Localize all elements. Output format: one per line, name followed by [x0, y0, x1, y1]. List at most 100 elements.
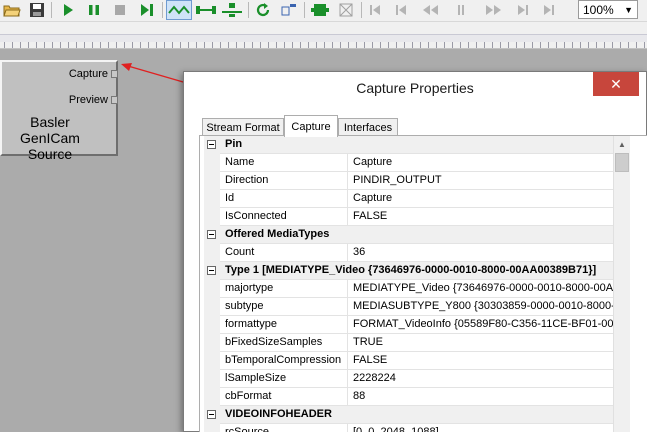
- dialog-titlebar[interactable]: Capture Properties ✕: [184, 72, 646, 104]
- capture-pin[interactable]: [111, 70, 118, 78]
- ruler-tick: [308, 42, 309, 48]
- property-value[interactable]: PINDIR_OUTPUT: [349, 172, 613, 190]
- play-icon[interactable]: [58, 0, 78, 20]
- property-row[interactable]: cbFormat 88: [204, 388, 613, 406]
- ruler-tick: [604, 42, 605, 48]
- property-row[interactable]: rcSource [0, 0, 2048, 1088]: [204, 424, 613, 432]
- ruler-tick: [372, 42, 373, 48]
- property-row[interactable]: formattype FORMAT_VideoInfo {05589F80-C35…: [204, 316, 613, 334]
- save-icon[interactable]: [27, 0, 47, 20]
- disconnect-icon[interactable]: [194, 0, 218, 20]
- scroll-up-icon[interactable]: ▲: [614, 136, 630, 152]
- collapse-icon[interactable]: [207, 140, 216, 149]
- property-row[interactable]: Name Capture: [204, 154, 613, 172]
- property-row[interactable]: Count 36: [204, 244, 613, 262]
- render-icon[interactable]: [220, 0, 244, 20]
- property-value[interactable]: [0, 0, 2048, 1088]: [349, 424, 613, 432]
- property-row[interactable]: bTemporalCompression FALSE: [204, 352, 613, 370]
- chevron-down-icon: ▼: [624, 4, 633, 15]
- property-row[interactable]: majortype MEDIATYPE_Video {73646976-0000-…: [204, 280, 613, 298]
- step-icon[interactable]: [136, 0, 158, 20]
- pause-icon[interactable]: [84, 0, 104, 20]
- property-row[interactable]: lSampleSize 2228224: [204, 370, 613, 388]
- disabled-icon[interactable]: [335, 0, 357, 20]
- pin-label-preview: Preview: [68, 94, 108, 106]
- ruler-tick: [68, 42, 69, 48]
- ruler-tick: [4, 42, 5, 48]
- property-value[interactable]: TRUE: [349, 334, 613, 352]
- property-grid[interactable]: Pin Name Capture Direction PINDIR_OUTPUT Id Ca…: [204, 136, 613, 432]
- row-gutter: [204, 136, 220, 154]
- property-value[interactable]: FALSE: [349, 208, 613, 226]
- ruler-tick: [412, 42, 413, 48]
- vertical-scrollbar[interactable]: ▲: [613, 136, 630, 432]
- property-name: majortype: [221, 280, 348, 298]
- seek-icon[interactable]: [278, 0, 300, 20]
- status-band: [0, 34, 647, 42]
- ruler-tick: [396, 42, 397, 48]
- property-value[interactable]: MEDIASUBTYPE_Y800 {30303859-0000-0010-80…: [349, 298, 613, 316]
- ruler-tick: [52, 42, 53, 48]
- property-value[interactable]: 2228224: [349, 370, 613, 388]
- ruler-tick: [204, 42, 205, 48]
- timeline-controls[interactable]: [368, 0, 568, 20]
- category-name: VIDEOINFOHEADER: [225, 408, 332, 420]
- property-value[interactable]: MEDIATYPE_Video {73646976-0000-0010-8000…: [349, 280, 613, 298]
- tab-interfaces[interactable]: Interfaces: [338, 118, 398, 136]
- ruler-tick: [340, 42, 341, 48]
- tab-capture[interactable]: Capture: [284, 115, 338, 137]
- preview-pin[interactable]: [111, 96, 118, 104]
- filter-icon[interactable]: [309, 0, 331, 20]
- ruler-tick: [348, 42, 349, 48]
- property-row[interactable]: IsConnected FALSE: [204, 208, 613, 226]
- row-gutter: [204, 388, 220, 406]
- property-row[interactable]: subtype MEDIASUBTYPE_Y800 {30303859-0000-…: [204, 298, 613, 316]
- property-value[interactable]: Capture: [349, 154, 613, 172]
- property-category[interactable]: Pin: [204, 136, 613, 154]
- filter-name: Basler GenICam Source: [20, 114, 80, 162]
- ruler-tick: [12, 42, 13, 48]
- filter-node[interactable]: Capture Preview Basler GenICam Source: [0, 60, 118, 162]
- property-value[interactable]: 36: [349, 244, 613, 262]
- property-category[interactable]: Offered MediaTypes: [204, 226, 613, 244]
- property-row[interactable]: Id Capture: [204, 190, 613, 208]
- category-name: Type 1 [MEDIATYPE_Video {73646976-0000-0…: [225, 264, 597, 276]
- property-value[interactable]: Capture: [349, 190, 613, 208]
- property-category[interactable]: VIDEOINFOHEADER: [204, 406, 613, 424]
- property-category[interactable]: Type 1 [MEDIATYPE_Video {73646976-0000-0…: [204, 262, 613, 280]
- property-name: Direction: [221, 172, 348, 190]
- ruler-tick: [588, 42, 589, 48]
- row-gutter: [204, 280, 220, 298]
- collapse-icon[interactable]: [207, 410, 216, 419]
- open-folder-icon[interactable]: [2, 0, 22, 20]
- zoom-select[interactable]: 100% ▼: [578, 0, 638, 19]
- tab-label: Interfaces: [343, 121, 393, 134]
- collapse-icon[interactable]: [207, 266, 216, 275]
- ruler-tick: [428, 42, 429, 48]
- toolbar: 100% ▼: [0, 0, 647, 22]
- property-row[interactable]: Direction PINDIR_OUTPUT: [204, 172, 613, 190]
- property-value[interactable]: FORMAT_VideoInfo {05589F80-C356-11CE-BF0…: [349, 316, 613, 334]
- connect-icon[interactable]: [166, 0, 192, 20]
- ruler-tick: [76, 42, 77, 48]
- ruler-tick: [84, 42, 85, 48]
- ruler-tick: [436, 42, 437, 48]
- row-gutter: [204, 172, 220, 190]
- stop-icon[interactable]: [110, 0, 130, 20]
- dialog-title: Capture Properties: [356, 80, 474, 96]
- property-name: formattype: [221, 316, 348, 334]
- collapse-icon[interactable]: [207, 230, 216, 239]
- ruler-tick: [356, 42, 357, 48]
- ruler-tick: [236, 42, 237, 48]
- tab-label: Capture: [291, 120, 331, 133]
- close-button[interactable]: ✕: [593, 72, 639, 96]
- refresh-icon[interactable]: [252, 0, 274, 20]
- property-name: IsConnected: [221, 208, 348, 226]
- property-value[interactable]: FALSE: [349, 352, 613, 370]
- property-value[interactable]: 88: [349, 388, 613, 406]
- ruler-tick: [108, 42, 109, 48]
- tab-stream-format[interactable]: Stream Format: [202, 118, 284, 136]
- ruler-tick: [364, 42, 365, 48]
- property-row[interactable]: bFixedSizeSamples TRUE: [204, 334, 613, 352]
- scroll-thumb[interactable]: [615, 153, 629, 172]
